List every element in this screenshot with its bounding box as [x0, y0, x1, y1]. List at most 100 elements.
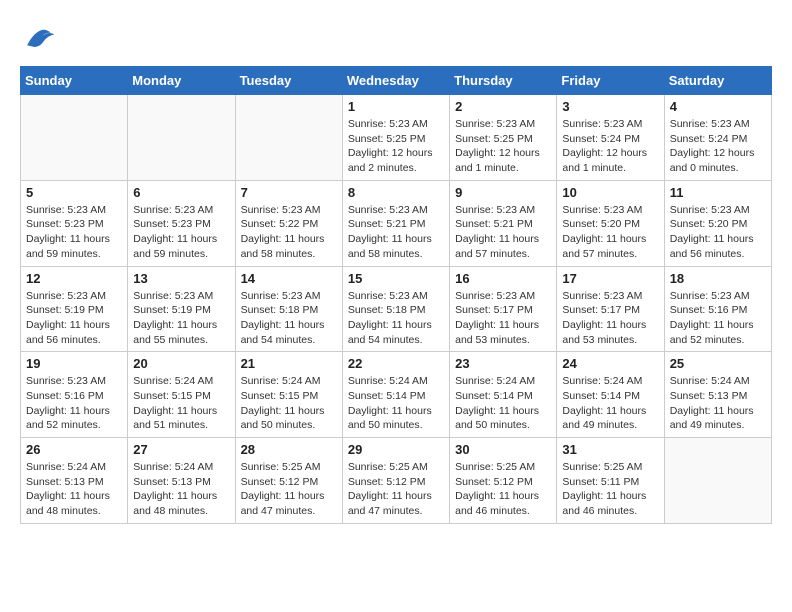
- calendar-cell: 29Sunrise: 5:25 AM Sunset: 5:12 PM Dayli…: [342, 438, 449, 524]
- day-number: 15: [348, 271, 444, 286]
- calendar-cell: 22Sunrise: 5:24 AM Sunset: 5:14 PM Dayli…: [342, 352, 449, 438]
- day-number: 7: [241, 185, 337, 200]
- calendar-cell: 9 Sunrise: 5:23 AM Sunset: 5:21 PM Daylig…: [450, 180, 557, 266]
- day-number: 11: [670, 185, 766, 200]
- day-info: Sunrise: 5:23 AM Sunset: 5:17 PM Dayligh…: [562, 289, 658, 348]
- day-number: 10: [562, 185, 658, 200]
- week-row-2: 5 Sunrise: 5:23 AM Sunset: 5:23 PM Daylig…: [21, 180, 772, 266]
- day-info: Sunrise: 5:23 AM Sunset: 5:21 PM Dayligh…: [348, 203, 444, 262]
- calendar-cell: 5 Sunrise: 5:23 AM Sunset: 5:23 PM Daylig…: [21, 180, 128, 266]
- week-row-5: 26Sunrise: 5:24 AM Sunset: 5:13 PM Dayli…: [21, 438, 772, 524]
- calendar-cell: 1 Sunrise: 5:23 AM Sunset: 5:25 PM Daylig…: [342, 95, 449, 181]
- day-number: 25: [670, 356, 766, 371]
- day-info: Sunrise: 5:23 AM Sunset: 5:23 PM Dayligh…: [26, 203, 122, 262]
- calendar-cell: 11 Sunrise: 5:23 AM Sunset: 5:20 PM Dayli…: [664, 180, 771, 266]
- calendar-cell: 23 Sunrise: 5:24 AM Sunset: 5:14 PM Dayli…: [450, 352, 557, 438]
- calendar-cell: 21 Sunrise: 5:24 AM Sunset: 5:15 PM Dayli…: [235, 352, 342, 438]
- week-row-4: 19 Sunrise: 5:23 AM Sunset: 5:16 PM Dayli…: [21, 352, 772, 438]
- calendar-cell: 24 Sunrise: 5:24 AM Sunset: 5:14 PM Dayli…: [557, 352, 664, 438]
- calendar-cell: 10 Sunrise: 5:23 AM Sunset: 5:20 PM Dayli…: [557, 180, 664, 266]
- day-info: Sunrise: 5:23 AM Sunset: 5:18 PM Dayligh…: [348, 289, 444, 348]
- day-info: Sunrise: 5:24 AM Sunset: 5:14 PM Dayligh…: [562, 374, 658, 433]
- weekday-header-friday: Friday: [557, 67, 664, 95]
- calendar-cell: 19 Sunrise: 5:23 AM Sunset: 5:16 PM Dayli…: [21, 352, 128, 438]
- calendar-cell: 28 Sunrise: 5:25 AM Sunset: 5:12 PM Dayli…: [235, 438, 342, 524]
- day-number: 2: [455, 99, 551, 114]
- day-number: 6: [133, 185, 229, 200]
- page-header: [20, 20, 772, 56]
- day-info: Sunrise: 5:24 AM Sunset: 5:13 PM Dayligh…: [26, 460, 122, 519]
- day-info: Sunrise: 5:23 AM Sunset: 5:19 PM Dayligh…: [133, 289, 229, 348]
- week-row-3: 12 Sunrise: 5:23 AM Sunset: 5:19 PM Dayli…: [21, 266, 772, 352]
- weekday-header-sunday: Sunday: [21, 67, 128, 95]
- calendar-cell: 3 Sunrise: 5:23 AM Sunset: 5:24 PM Daylig…: [557, 95, 664, 181]
- calendar-cell: 20Sunrise: 5:24 AM Sunset: 5:15 PM Dayli…: [128, 352, 235, 438]
- day-info: Sunrise: 5:23 AM Sunset: 5:24 PM Dayligh…: [562, 117, 658, 176]
- day-number: 18: [670, 271, 766, 286]
- day-number: 1: [348, 99, 444, 114]
- day-info: Sunrise: 5:25 AM Sunset: 5:12 PM Dayligh…: [455, 460, 551, 519]
- day-info: Sunrise: 5:23 AM Sunset: 5:20 PM Dayligh…: [670, 203, 766, 262]
- calendar-cell: 4 Sunrise: 5:23 AM Sunset: 5:24 PM Daylig…: [664, 95, 771, 181]
- weekday-header-wednesday: Wednesday: [342, 67, 449, 95]
- day-number: 12: [26, 271, 122, 286]
- weekday-header-thursday: Thursday: [450, 67, 557, 95]
- day-number: 16: [455, 271, 551, 286]
- calendar-cell: 12 Sunrise: 5:23 AM Sunset: 5:19 PM Dayli…: [21, 266, 128, 352]
- day-info: Sunrise: 5:24 AM Sunset: 5:15 PM Dayligh…: [241, 374, 337, 433]
- day-info: Sunrise: 5:23 AM Sunset: 5:22 PM Dayligh…: [241, 203, 337, 262]
- calendar-cell: 26Sunrise: 5:24 AM Sunset: 5:13 PM Dayli…: [21, 438, 128, 524]
- calendar-cell: 16 Sunrise: 5:23 AM Sunset: 5:17 PM Dayli…: [450, 266, 557, 352]
- calendar-body: 1 Sunrise: 5:23 AM Sunset: 5:25 PM Daylig…: [21, 95, 772, 524]
- day-info: Sunrise: 5:23 AM Sunset: 5:16 PM Dayligh…: [670, 289, 766, 348]
- day-info: Sunrise: 5:23 AM Sunset: 5:24 PM Dayligh…: [670, 117, 766, 176]
- day-info: Sunrise: 5:25 AM Sunset: 5:11 PM Dayligh…: [562, 460, 658, 519]
- calendar-table: SundayMondayTuesdayWednesdayThursdayFrid…: [20, 66, 772, 524]
- day-info: Sunrise: 5:25 AM Sunset: 5:12 PM Dayligh…: [241, 460, 337, 519]
- day-number: 14: [241, 271, 337, 286]
- day-number: 23: [455, 356, 551, 371]
- calendar-cell: 2 Sunrise: 5:23 AM Sunset: 5:25 PM Daylig…: [450, 95, 557, 181]
- day-info: Sunrise: 5:23 AM Sunset: 5:18 PM Dayligh…: [241, 289, 337, 348]
- day-number: 17: [562, 271, 658, 286]
- day-number: 24: [562, 356, 658, 371]
- calendar-cell: 27 Sunrise: 5:24 AM Sunset: 5:13 PM Dayli…: [128, 438, 235, 524]
- day-info: Sunrise: 5:23 AM Sunset: 5:17 PM Dayligh…: [455, 289, 551, 348]
- day-info: Sunrise: 5:24 AM Sunset: 5:13 PM Dayligh…: [670, 374, 766, 433]
- calendar-cell: 7 Sunrise: 5:23 AM Sunset: 5:22 PM Daylig…: [235, 180, 342, 266]
- day-info: Sunrise: 5:23 AM Sunset: 5:19 PM Dayligh…: [26, 289, 122, 348]
- day-info: Sunrise: 5:24 AM Sunset: 5:14 PM Dayligh…: [455, 374, 551, 433]
- day-info: Sunrise: 5:23 AM Sunset: 5:21 PM Dayligh…: [455, 203, 551, 262]
- week-row-1: 1 Sunrise: 5:23 AM Sunset: 5:25 PM Daylig…: [21, 95, 772, 181]
- day-number: 31: [562, 442, 658, 457]
- day-number: 8: [348, 185, 444, 200]
- calendar-cell: 15 Sunrise: 5:23 AM Sunset: 5:18 PM Dayli…: [342, 266, 449, 352]
- day-number: 21: [241, 356, 337, 371]
- day-number: 28: [241, 442, 337, 457]
- weekday-row: SundayMondayTuesdayWednesdayThursdayFrid…: [21, 67, 772, 95]
- day-info: Sunrise: 5:25 AM Sunset: 5:12 PM Dayligh…: [348, 460, 444, 519]
- day-number: 5: [26, 185, 122, 200]
- calendar-cell: 17 Sunrise: 5:23 AM Sunset: 5:17 PM Dayli…: [557, 266, 664, 352]
- day-number: 27: [133, 442, 229, 457]
- day-info: Sunrise: 5:23 AM Sunset: 5:25 PM Dayligh…: [455, 117, 551, 176]
- day-number: 13: [133, 271, 229, 286]
- weekday-header-tuesday: Tuesday: [235, 67, 342, 95]
- calendar-cell: [128, 95, 235, 181]
- day-number: 3: [562, 99, 658, 114]
- logo: [20, 20, 60, 56]
- day-number: 4: [670, 99, 766, 114]
- calendar-cell: 6Sunrise: 5:23 AM Sunset: 5:23 PM Daylig…: [128, 180, 235, 266]
- day-info: Sunrise: 5:23 AM Sunset: 5:20 PM Dayligh…: [562, 203, 658, 262]
- calendar-cell: 31 Sunrise: 5:25 AM Sunset: 5:11 PM Dayli…: [557, 438, 664, 524]
- calendar-cell: [664, 438, 771, 524]
- day-number: 9: [455, 185, 551, 200]
- day-number: 19: [26, 356, 122, 371]
- day-info: Sunrise: 5:24 AM Sunset: 5:14 PM Dayligh…: [348, 374, 444, 433]
- day-info: Sunrise: 5:24 AM Sunset: 5:13 PM Dayligh…: [133, 460, 229, 519]
- calendar-cell: 13 Sunrise: 5:23 AM Sunset: 5:19 PM Dayli…: [128, 266, 235, 352]
- weekday-header-monday: Monday: [128, 67, 235, 95]
- day-info: Sunrise: 5:23 AM Sunset: 5:16 PM Dayligh…: [26, 374, 122, 433]
- calendar-cell: 8 Sunrise: 5:23 AM Sunset: 5:21 PM Daylig…: [342, 180, 449, 266]
- day-info: Sunrise: 5:23 AM Sunset: 5:25 PM Dayligh…: [348, 117, 444, 176]
